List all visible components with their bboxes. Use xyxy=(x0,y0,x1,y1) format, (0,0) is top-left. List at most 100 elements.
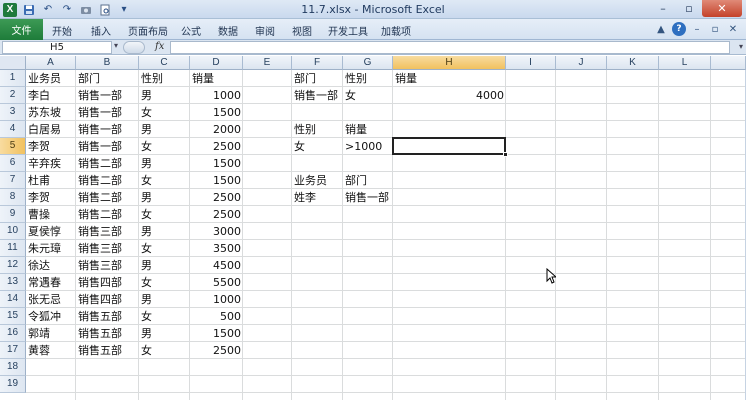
column-header-j[interactable]: J xyxy=(556,56,607,70)
cell-d8[interactable]: 2500 xyxy=(190,189,243,206)
cell-c12[interactable]: 男 xyxy=(139,257,190,274)
cell-g7[interactable]: 部门 xyxy=(343,172,393,189)
cell-c8[interactable]: 男 xyxy=(139,189,190,206)
cell-d15[interactable]: 500 xyxy=(190,308,243,325)
restore-button[interactable]: ▫ xyxy=(676,0,702,17)
column-header-b[interactable]: B xyxy=(76,56,139,70)
cell-a7[interactable]: 杜甫 xyxy=(26,172,76,189)
row-header-19[interactable]: 19 xyxy=(0,376,26,393)
select-all-corner[interactable] xyxy=(0,56,26,70)
cell-b7[interactable]: 销售二部 xyxy=(76,172,139,189)
cell-c16[interactable]: 男 xyxy=(139,325,190,342)
cell-b10[interactable]: 销售三部 xyxy=(76,223,139,240)
column-header-partial[interactable] xyxy=(711,56,746,70)
row-header-10[interactable]: 10 xyxy=(0,223,26,240)
cell-c2[interactable]: 男 xyxy=(139,87,190,104)
cell-c1[interactable]: 性别 xyxy=(139,70,190,87)
cell-a9[interactable]: 曹操 xyxy=(26,206,76,223)
cell-b16[interactable]: 销售五部 xyxy=(76,325,139,342)
row-header-2[interactable]: 2 xyxy=(0,87,26,104)
column-header-l[interactable]: L xyxy=(659,56,711,70)
cell-b2[interactable]: 销售一部 xyxy=(76,87,139,104)
doc-minimize-icon[interactable]: – xyxy=(690,22,704,36)
cell-f5[interactable]: 女 xyxy=(292,138,343,155)
cell-c5[interactable]: 女 xyxy=(139,138,190,155)
cell-b11[interactable]: 销售三部 xyxy=(76,240,139,257)
column-header-f[interactable]: F xyxy=(292,56,343,70)
cell-d6[interactable]: 1500 xyxy=(190,155,243,172)
column-header-e[interactable]: E xyxy=(243,56,292,70)
cell-c17[interactable]: 女 xyxy=(139,342,190,359)
cell-a12[interactable]: 徐达 xyxy=(26,257,76,274)
column-header-d[interactable]: D xyxy=(190,56,243,70)
cell-d16[interactable]: 1500 xyxy=(190,325,243,342)
cell-c14[interactable]: 男 xyxy=(139,291,190,308)
cell-c15[interactable]: 女 xyxy=(139,308,190,325)
column-header-i[interactable]: I xyxy=(506,56,556,70)
insert-function-icon[interactable]: fx xyxy=(155,41,164,52)
cell-a6[interactable]: 辛弃疾 xyxy=(26,155,76,172)
print-preview-icon[interactable] xyxy=(98,3,112,17)
cell-d7[interactable]: 1500 xyxy=(190,172,243,189)
cell-c6[interactable]: 男 xyxy=(139,155,190,172)
close-button[interactable]: ✕ xyxy=(702,0,742,17)
minimize-ribbon-icon[interactable]: ▲ xyxy=(654,22,668,36)
cell-c10[interactable]: 男 xyxy=(139,223,190,240)
cell-g1[interactable]: 性别 xyxy=(343,70,393,87)
cell-b9[interactable]: 销售二部 xyxy=(76,206,139,223)
cell-b14[interactable]: 销售四部 xyxy=(76,291,139,308)
name-box[interactable]: H5 xyxy=(2,41,112,54)
cell-b5[interactable]: 销售一部 xyxy=(76,138,139,155)
cell-d5[interactable]: 2500 xyxy=(190,138,243,155)
cell-c3[interactable]: 女 xyxy=(139,104,190,121)
help-icon[interactable]: ? xyxy=(672,22,686,36)
row-header-6[interactable]: 6 xyxy=(0,155,26,172)
cell-b12[interactable]: 销售三部 xyxy=(76,257,139,274)
cell-b13[interactable]: 销售四部 xyxy=(76,274,139,291)
row-header-9[interactable]: 9 xyxy=(0,206,26,223)
expand-formula-bar-icon[interactable]: ▾ xyxy=(739,42,743,51)
column-header-k[interactable]: K xyxy=(607,56,659,70)
row-header-17[interactable]: 17 xyxy=(0,342,26,359)
cell-f8[interactable]: 姓李 xyxy=(292,189,343,206)
save-icon[interactable] xyxy=(22,3,36,17)
cell-b17[interactable]: 销售五部 xyxy=(76,342,139,359)
cell-f2[interactable]: 销售一部 xyxy=(292,87,343,104)
cell-c4[interactable]: 男 xyxy=(139,121,190,138)
row-header-11[interactable]: 11 xyxy=(0,240,26,257)
cell-a4[interactable]: 白居易 xyxy=(26,121,76,138)
excel-logo-icon[interactable]: X xyxy=(3,2,17,17)
column-header-c[interactable]: C xyxy=(139,56,190,70)
row-header-8[interactable]: 8 xyxy=(0,189,26,206)
cell-a13[interactable]: 常遇春 xyxy=(26,274,76,291)
row-header-5[interactable]: 5 xyxy=(0,138,26,155)
cell-g5[interactable]: >1000 xyxy=(343,138,393,155)
row-header-13[interactable]: 13 xyxy=(0,274,26,291)
row-header-7[interactable]: 7 xyxy=(0,172,26,189)
cell-b3[interactable]: 销售一部 xyxy=(76,104,139,121)
worksheet-grid[interactable]: ABCDEFGHIJKL 1 2 3 4 5 6 7 8 9 10 11 12 13 14 15 16 17 18… xyxy=(0,56,746,400)
undo-icon[interactable]: ↶ xyxy=(41,3,55,17)
cell-a1[interactable]: 业务员 xyxy=(26,70,76,87)
camera-icon[interactable] xyxy=(79,3,93,17)
cell-d17[interactable]: 2500 xyxy=(190,342,243,359)
cell-f7[interactable]: 业务员 xyxy=(292,172,343,189)
cell-a5[interactable]: 李贺 xyxy=(26,138,76,155)
tab-view[interactable]: 视图 xyxy=(292,23,312,38)
tab-addins[interactable]: 加载项 xyxy=(381,23,411,38)
cell-d10[interactable]: 3000 xyxy=(190,223,243,240)
tab-data[interactable]: 数据 xyxy=(218,23,238,38)
cell-a16[interactable]: 郭靖 xyxy=(26,325,76,342)
column-header-g[interactable]: G xyxy=(343,56,393,70)
row-header-14[interactable]: 14 xyxy=(0,291,26,308)
tab-developer[interactable]: 开发工具 xyxy=(328,23,368,38)
cell-f4[interactable]: 性别 xyxy=(292,121,343,138)
cell-c7[interactable]: 女 xyxy=(139,172,190,189)
row-header-12[interactable]: 12 xyxy=(0,257,26,274)
row-header-18[interactable]: 18 xyxy=(0,359,26,376)
formula-bar-toggle[interactable] xyxy=(123,41,145,54)
tab-insert[interactable]: 插入 xyxy=(91,23,111,38)
cell-c9[interactable]: 女 xyxy=(139,206,190,223)
minimize-button[interactable]: – xyxy=(650,0,676,17)
cell-g2[interactable]: 女 xyxy=(343,87,393,104)
